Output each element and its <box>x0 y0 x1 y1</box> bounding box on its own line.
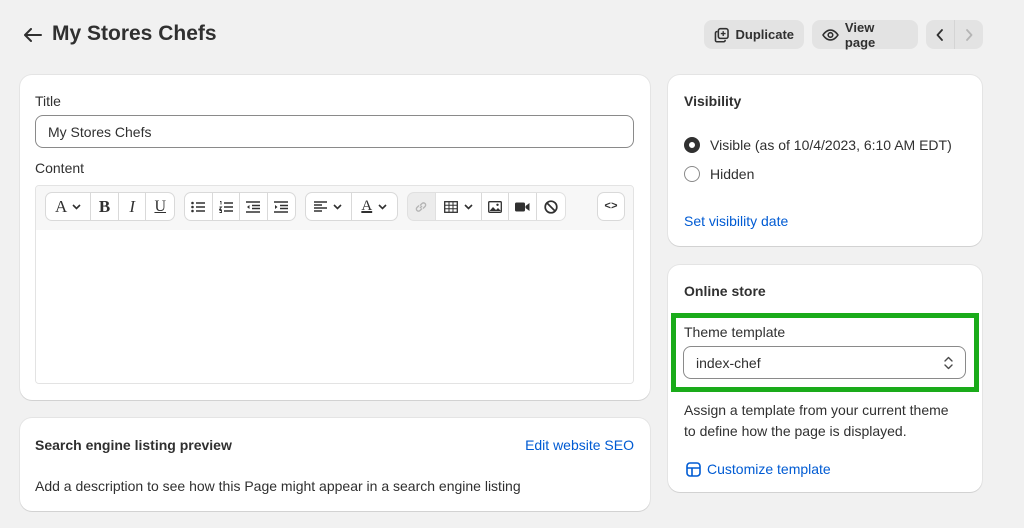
chevron-left-icon <box>936 28 943 41</box>
insert-group <box>407 192 566 221</box>
radio-visible[interactable]: Visible (as of 10/4/2023, 6:10 AM EDT) <box>684 137 952 153</box>
page-content-card: Title My Stores Chefs Content A B I U A … <box>20 75 650 400</box>
edit-seo-link[interactable]: Edit website SEO <box>525 437 634 453</box>
outdent-icon[interactable] <box>240 193 268 220</box>
duplicate-icon <box>714 27 729 43</box>
list-group <box>184 192 296 221</box>
chevron-down-icon <box>72 203 81 210</box>
visibility-card: Visibility Visible (as of 10/4/2023, 6:1… <box>668 75 982 246</box>
eye-icon <box>822 28 839 41</box>
content-label: Content <box>35 160 85 176</box>
table-icon <box>443 200 458 213</box>
duplicate-label: Duplicate <box>735 27 794 42</box>
image-icon[interactable] <box>481 193 510 220</box>
customize-template-label: Customize template <box>707 461 831 477</box>
chevron-down-icon <box>378 203 387 210</box>
underline-icon[interactable]: U <box>146 193 174 220</box>
highlight-box <box>671 313 979 392</box>
italic-icon[interactable]: I <box>119 193 147 220</box>
link-icon[interactable] <box>408 193 436 220</box>
radio-button-selected[interactable] <box>684 137 700 153</box>
view-page-button[interactable]: View page <box>812 19 918 50</box>
font-style-dropdown[interactable]: A <box>46 193 92 220</box>
previous-page-button[interactable] <box>926 20 954 49</box>
back-arrow-button[interactable] <box>22 24 44 46</box>
text-color-icon: A <box>361 198 373 214</box>
alignment-group: A <box>305 192 398 221</box>
chevron-down-icon <box>333 203 342 210</box>
view-page-label: View page <box>844 19 876 50</box>
code-group: <> <box>597 192 625 221</box>
chevron-down-icon <box>464 203 473 210</box>
video-icon[interactable] <box>509 193 538 220</box>
clear-formatting-icon[interactable] <box>537 193 565 220</box>
seo-description: Add a description to see how this Page m… <box>35 478 521 494</box>
editor-toolbar: A B I U A <> <box>36 186 633 230</box>
chevron-right-icon <box>966 28 973 41</box>
align-dropdown[interactable] <box>306 193 352 220</box>
duplicate-button[interactable]: Duplicate <box>704 20 804 49</box>
page-title: My Stores Chefs <box>52 22 217 45</box>
align-left-icon <box>314 201 328 212</box>
set-visibility-date-link[interactable]: Set visibility date <box>684 213 788 229</box>
code-view-icon[interactable]: <> <box>598 193 624 220</box>
next-page-button[interactable] <box>954 20 983 49</box>
arrow-left-icon <box>24 28 42 42</box>
title-input[interactable]: My Stores Chefs <box>35 115 634 148</box>
radio-button[interactable] <box>684 166 700 182</box>
indent-icon[interactable] <box>268 193 295 220</box>
seo-preview-card: Search engine listing preview Edit websi… <box>20 418 650 511</box>
radio-visible-label: Visible (as of 10/4/2023, 6:10 AM EDT) <box>710 137 952 153</box>
bold-icon[interactable]: B <box>91 193 119 220</box>
bullet-list-icon[interactable] <box>185 193 213 220</box>
layout-icon <box>686 461 701 477</box>
editor-content-area[interactable] <box>36 230 633 383</box>
customize-template-link[interactable]: Customize template <box>686 461 831 477</box>
seo-heading: Search engine listing preview <box>35 437 232 453</box>
visibility-heading: Visibility <box>684 93 742 109</box>
template-help-line-2: to define how the page is displayed. <box>684 423 907 439</box>
text-format-group: A B I U <box>45 192 175 221</box>
title-label: Title <box>35 93 61 109</box>
radio-hidden[interactable]: Hidden <box>684 166 754 182</box>
rich-text-editor: A B I U A <> <box>35 185 634 384</box>
numbered-list-icon[interactable] <box>213 193 240 220</box>
template-help-line-1: Assign a template from your current them… <box>684 402 949 418</box>
text-color-dropdown[interactable]: A <box>352 193 398 220</box>
font-a-icon: A <box>55 196 68 216</box>
online-store-heading: Online store <box>684 283 766 299</box>
table-dropdown[interactable] <box>435 193 482 220</box>
radio-hidden-label: Hidden <box>710 166 755 182</box>
page-navigation <box>926 20 983 49</box>
